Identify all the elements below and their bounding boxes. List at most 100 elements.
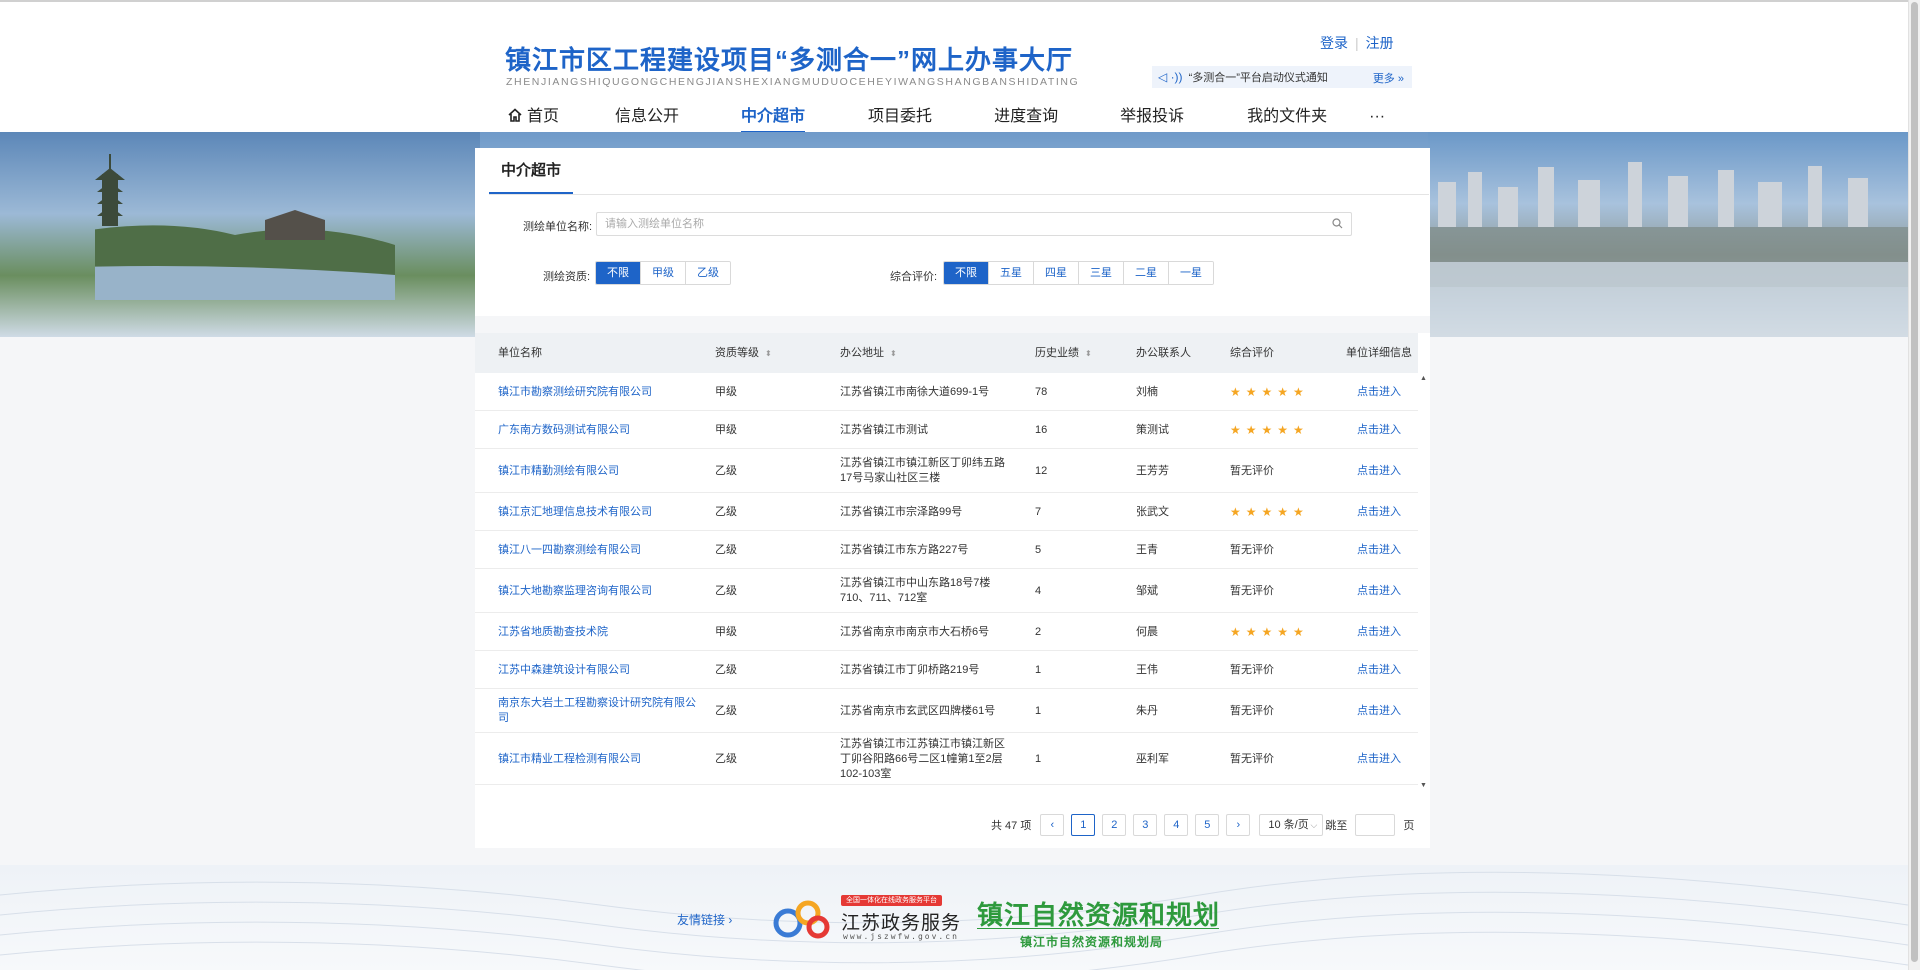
rating-option-five[interactable]: 五星	[989, 262, 1034, 284]
rating-option-four[interactable]: 四星	[1034, 262, 1079, 284]
nav-home-label: 首页	[527, 108, 560, 125]
unit-name-link[interactable]: 江苏省地质勘查技术院	[498, 613, 698, 651]
page-3-button[interactable]: 3	[1133, 814, 1158, 836]
col-address-label: 办公地址	[840, 347, 884, 359]
col-grade[interactable]: 资质等级 ⬍	[715, 333, 772, 373]
nav-home[interactable]: 首页	[508, 106, 559, 134]
site-title: 镇江市区工程建设项目“多测合一”网上办事大厅	[505, 45, 1074, 75]
page-unit-label: 页	[1403, 820, 1415, 832]
rating-cell: ★★★★★	[1230, 373, 1330, 411]
detail-link[interactable]: 点击进入	[1357, 651, 1417, 689]
site-header: 镇江市区工程建设项目“多测合一”网上办事大厅 ZHENJIANGSHIQUGON…	[0, 2, 1908, 134]
nav-agency-market[interactable]: 中介超市	[741, 106, 806, 134]
login-link[interactable]: 登录	[1320, 33, 1348, 53]
star-rating-icon: ★★★★★	[1230, 422, 1309, 437]
rating-option-three[interactable]: 三星	[1079, 262, 1124, 284]
nav-more[interactable]: ···	[1369, 106, 1385, 134]
notice-link[interactable]: “多测合一”平台启动仪式通知	[1189, 69, 1328, 85]
rating-cell: 暂无评价	[1230, 531, 1330, 569]
detail-link[interactable]: 点击进入	[1357, 493, 1417, 531]
detail-link[interactable]: 点击进入	[1357, 373, 1417, 411]
no-rating-text: 暂无评价	[1230, 752, 1274, 765]
next-page-button[interactable]: ›	[1226, 814, 1251, 836]
unit-name-link[interactable]: 江苏中森建筑设计有限公司	[498, 651, 698, 689]
register-link[interactable]: 注册	[1366, 33, 1394, 53]
page-scrollbar-thumb[interactable]	[1911, 2, 1918, 962]
unit-name-link[interactable]: 广东南方数码测试有限公司	[498, 411, 698, 449]
detail-link[interactable]: 点击进入	[1357, 569, 1417, 613]
zhenjiang-resources-title[interactable]: 镇江自然资源和规划	[977, 895, 1220, 932]
pagination: 共 47 项 ‹ 1 2 3 4 5 › 10 条/页 ⌵ 跳至 页	[991, 814, 1414, 836]
zhenjiang-divider	[977, 928, 1219, 929]
contact-cell: 张武文	[1136, 505, 1169, 518]
detail-link[interactable]: 点击进入	[1357, 449, 1417, 493]
jiangsu-gov-service-url: www.jszwfw.gov.cn	[843, 932, 959, 941]
nav-report-complaint[interactable]: 举报投诉	[1120, 106, 1184, 134]
sort-icon[interactable]: ⬍	[765, 349, 772, 358]
contact-cell: 王伟	[1136, 663, 1158, 676]
detail-link[interactable]: 点击进入	[1357, 733, 1417, 785]
search-icon[interactable]	[1332, 218, 1343, 229]
prev-page-button[interactable]: ‹	[1040, 814, 1065, 836]
unit-name-link[interactable]: 镇江市精勤测绘有限公司	[498, 449, 698, 493]
detail-link[interactable]: 点击进入	[1357, 531, 1417, 569]
qualification-option-any[interactable]: 不限	[596, 262, 641, 284]
grade-cell: 乙级	[715, 704, 737, 717]
section-divider	[475, 316, 1430, 333]
grade-cell: 乙级	[715, 584, 737, 597]
table-header: 单位名称 资质等级 ⬍ 办公地址 ⬍ 历史业绩 ⬍ 办公联系人 综合评价 单位详细信息	[475, 333, 1418, 373]
jiangsu-gov-service-title[interactable]: 江苏政务服务	[841, 908, 961, 935]
page-1-button[interactable]: 1	[1071, 814, 1096, 836]
nav-my-folder[interactable]: 我的文件夹	[1247, 106, 1327, 134]
no-rating-text: 暂无评价	[1230, 464, 1274, 477]
unit-name-link[interactable]: 镇江京汇地理信息技术有限公司	[498, 493, 698, 531]
page-scrollbar[interactable]	[1908, 0, 1920, 970]
jiangsu-platform-badge: 全国一体化在线政务服务平台	[841, 895, 942, 906]
performance-cell: 1	[1035, 704, 1042, 717]
qualification-option-a[interactable]: 甲级	[641, 262, 686, 284]
no-rating-text: 暂无评价	[1230, 704, 1274, 717]
col-address[interactable]: 办公地址 ⬍	[840, 333, 897, 373]
detail-link[interactable]: 点击进入	[1357, 411, 1417, 449]
rating-option-one[interactable]: 一星	[1169, 262, 1213, 284]
no-rating-text: 暂无评价	[1230, 543, 1274, 556]
grade-cell: 乙级	[715, 543, 737, 556]
nav-project-entrust[interactable]: 项目委托	[868, 106, 932, 134]
more-link[interactable]: 更多 »	[1373, 70, 1404, 86]
unit-name-link[interactable]: 镇江八一四勘察测绘有限公司	[498, 531, 698, 569]
qualification-option-b[interactable]: 乙级	[686, 262, 730, 284]
col-performance[interactable]: 历史业绩 ⬍	[1035, 333, 1092, 373]
unit-name-link[interactable]: 南京东大岩土工程勘察设计研究院有限公司	[498, 689, 698, 733]
address-cell: 江苏省镇江市南徐大道699-1号	[840, 385, 990, 398]
unit-name-link[interactable]: 镇江大地勘察监理咨询有限公司	[498, 569, 698, 613]
table-scrollbar[interactable]: ▲ ▼	[1419, 373, 1429, 791]
address-cell: 江苏省镇江市江苏镇江市镇江新区丁卯谷阳路66号二区1幢第1至2层102-103室	[840, 737, 1005, 780]
agency-market-panel: 中介超市 测绘单位名称: 测绘资质: 不限 甲级 乙级 综合评价: 不限 五星 …	[475, 148, 1430, 848]
address-cell: 江苏省镇江市宗泽路99号	[840, 505, 963, 518]
page-5-button[interactable]: 5	[1195, 814, 1220, 836]
unit-name-link[interactable]: 镇江市勘察测绘研究院有限公司	[498, 373, 698, 411]
page-2-button[interactable]: 2	[1102, 814, 1127, 836]
sort-icon[interactable]: ⬍	[1085, 349, 1092, 358]
page-size-select[interactable]: 10 条/页 ⌵	[1259, 814, 1324, 836]
nav-progress-query[interactable]: 进度查询	[994, 106, 1058, 134]
sort-icon[interactable]: ⬍	[890, 349, 897, 358]
rating-option-any[interactable]: 不限	[944, 262, 989, 284]
nav-info-public[interactable]: 信息公开	[615, 106, 679, 134]
pagoda-illustration	[95, 154, 395, 300]
table-row: 镇江京汇地理信息技术有限公司 乙级 江苏省镇江市宗泽路99号 7 张武文 ★★★★★ 点击进…	[475, 493, 1418, 531]
jump-page-input[interactable]	[1355, 814, 1396, 836]
unit-name-search-input[interactable]	[596, 212, 1352, 236]
rating-option-two[interactable]: 二星	[1124, 262, 1169, 284]
detail-link[interactable]: 点击进入	[1357, 689, 1417, 733]
jiangsu-gov-service-logo[interactable]	[768, 893, 834, 943]
qualification-filter: 不限 甲级 乙级	[595, 261, 731, 285]
scroll-up-icon[interactable]: ▲	[1420, 375, 1427, 382]
detail-link[interactable]: 点击进入	[1357, 613, 1417, 651]
page-4-button[interactable]: 4	[1164, 814, 1189, 836]
scroll-down-icon[interactable]: ▼	[1420, 782, 1427, 789]
rating-cell: ★★★★★	[1230, 411, 1330, 449]
panel-title-divider	[489, 194, 1429, 195]
unit-name-link[interactable]: 镇江市精业工程检测有限公司	[498, 733, 698, 785]
performance-cell: 2	[1035, 625, 1042, 638]
